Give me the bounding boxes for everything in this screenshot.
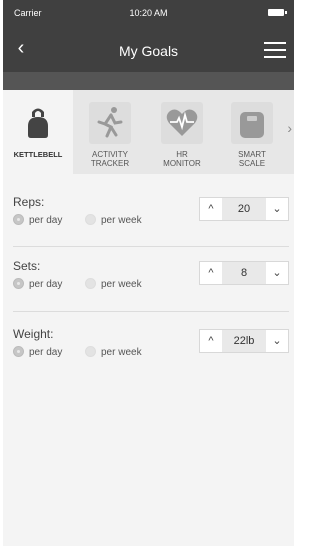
status-bar: Carrier 10:20 AM [3, 0, 294, 24]
scale-icon [231, 102, 273, 144]
radio-label: per week [101, 347, 142, 358]
phone-screen: Carrier 10:20 AM ‹ My Goals KETTLEBELL A… [0, 0, 297, 553]
weight-goal: Weight: per day per week ^ 22lb ⌄ [13, 327, 289, 383]
bottom-edge [3, 546, 294, 553]
tab-label: HR MONITOR [163, 150, 201, 168]
chevron-down-icon[interactable]: ⌄ [266, 198, 288, 220]
reps-stepper: ^ 20 ⌄ [199, 197, 289, 221]
nav-bar: ‹ My Goals [3, 30, 294, 68]
goal-label: Reps: [13, 195, 45, 209]
radio-label: per day [29, 279, 63, 290]
radio-icon [13, 346, 24, 357]
divider [13, 246, 289, 247]
radio-label: per week [101, 279, 142, 290]
radio-icon [85, 346, 96, 357]
chevron-down-icon[interactable]: ⌄ [266, 330, 288, 352]
hamburger-icon[interactable] [264, 42, 286, 58]
heart-rate-icon [161, 102, 203, 144]
battery-icon [268, 9, 287, 16]
chevron-up-icon[interactable]: ^ [200, 198, 222, 220]
reps-goal: Reps: per day per week ^ 20 ⌄ [13, 195, 289, 251]
chevron-right-icon[interactable]: › [287, 120, 292, 136]
reps-value: 20 [222, 198, 266, 220]
device-tabs: KETTLEBELL ACTIVITY TRACKER HR MONITOR S… [3, 90, 294, 174]
weight-value: 22lb [222, 330, 266, 352]
per-day-radio[interactable]: per day [13, 214, 62, 226]
per-day-radio[interactable]: per day [13, 278, 62, 290]
sets-stepper: ^ 8 ⌄ [199, 261, 289, 285]
weight-stepper: ^ 22lb ⌄ [199, 329, 289, 353]
sets-goal: Sets: per day per week ^ 8 ⌄ [13, 259, 289, 315]
radio-icon [13, 278, 24, 289]
chevron-up-icon[interactable]: ^ [200, 330, 222, 352]
tab-label: ACTIVITY TRACKER [90, 150, 130, 168]
radio-icon [85, 278, 96, 289]
goal-label: Sets: [13, 259, 41, 273]
runner-icon [89, 102, 131, 144]
tab-label: KETTLEBELL [13, 150, 63, 159]
per-week-radio[interactable]: per week [85, 278, 142, 290]
goal-label: Weight: [13, 327, 54, 341]
header: Carrier 10:20 AM ‹ My Goals [3, 0, 294, 72]
tab-kettlebell[interactable]: KETTLEBELL [3, 90, 73, 174]
tab-label: SMART SCALE [238, 150, 266, 168]
radio-label: per day [29, 347, 63, 358]
header-band [3, 72, 294, 90]
chevron-down-icon[interactable]: ⌄ [266, 262, 288, 284]
chevron-up-icon[interactable]: ^ [200, 262, 222, 284]
per-week-radio[interactable]: per week [85, 214, 142, 226]
kettlebell-icon [17, 102, 59, 144]
radio-icon [85, 214, 96, 225]
radio-label: per day [29, 215, 63, 226]
tab-hr-monitor[interactable]: HR MONITOR [147, 90, 217, 174]
per-week-radio[interactable]: per week [85, 346, 142, 358]
radio-icon [13, 214, 24, 225]
sets-value: 8 [222, 262, 266, 284]
clock: 10:20 AM [129, 8, 168, 18]
radio-label: per week [101, 215, 142, 226]
per-day-radio[interactable]: per day [13, 346, 62, 358]
divider [13, 311, 289, 312]
page-title: My Goals [118, 43, 179, 59]
tab-smart-scale[interactable]: SMART SCALE [217, 90, 287, 174]
tab-activity-tracker[interactable]: ACTIVITY TRACKER [75, 90, 145, 174]
